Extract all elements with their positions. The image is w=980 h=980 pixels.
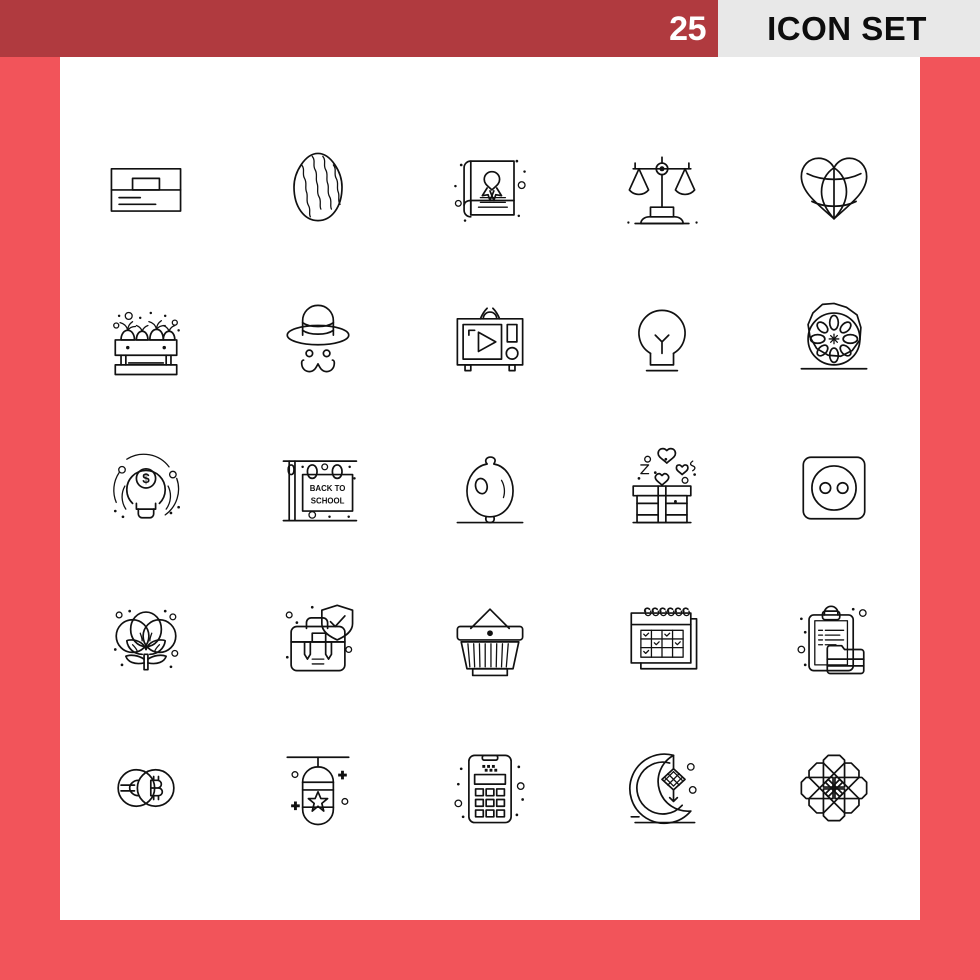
dollar-glyph: $ — [142, 471, 150, 486]
icon-grid: $ BACK TO SCHOOL — [60, 113, 920, 863]
globe-heart-icon[interactable] — [774, 128, 894, 248]
back-to-school-sign-icon[interactable]: BACK TO SCHOOL — [258, 428, 378, 548]
moon-ketupat-icon[interactable] — [602, 728, 722, 848]
shopping-basket-icon[interactable] — [430, 578, 550, 698]
icon-count: 25 — [669, 9, 706, 48]
business-idea-icon[interactable]: $ — [86, 428, 206, 548]
poster-header: 25 ICON SET — [0, 0, 980, 57]
icon-canvas: $ BACK TO SCHOOL — [60, 57, 920, 920]
light-bulb-icon[interactable] — [602, 278, 722, 398]
cucumber-slice-icon[interactable] — [774, 278, 894, 398]
islamic-ornament-icon[interactable] — [774, 728, 894, 848]
clipboard-folder-icon[interactable] — [774, 578, 894, 698]
hanging-lantern-icon[interactable] — [258, 728, 378, 848]
cotton-flower-icon[interactable] — [86, 578, 206, 698]
id-card-icon[interactable] — [86, 128, 206, 248]
easter-egg-icon[interactable] — [258, 128, 378, 248]
euro-bitcoin-icon[interactable] — [86, 728, 206, 848]
vegetable-crate-icon[interactable] — [86, 278, 206, 398]
page-title: ICON SET — [767, 10, 927, 47]
lemon-icon[interactable] — [430, 428, 550, 548]
power-socket-icon[interactable] — [774, 428, 894, 548]
love-gift-icon[interactable] — [602, 428, 722, 548]
retro-tv-icon[interactable] — [430, 278, 550, 398]
justice-scales-icon[interactable] — [602, 128, 722, 248]
hat-mustache-icon[interactable] — [258, 278, 378, 398]
icon-set-poster: 25 ICON SET $ BACK TO SCHOOL — [0, 0, 980, 980]
secure-briefcase-icon[interactable] — [258, 578, 378, 698]
calculator-icon[interactable] — [430, 728, 550, 848]
sign-line-2: SCHOOL — [311, 496, 345, 505]
header-title-block: ICON SET — [718, 0, 980, 57]
awareness-book-icon[interactable] — [430, 128, 550, 248]
calendar-check-icon[interactable] — [602, 578, 722, 698]
sign-line-1: BACK TO — [310, 484, 346, 493]
